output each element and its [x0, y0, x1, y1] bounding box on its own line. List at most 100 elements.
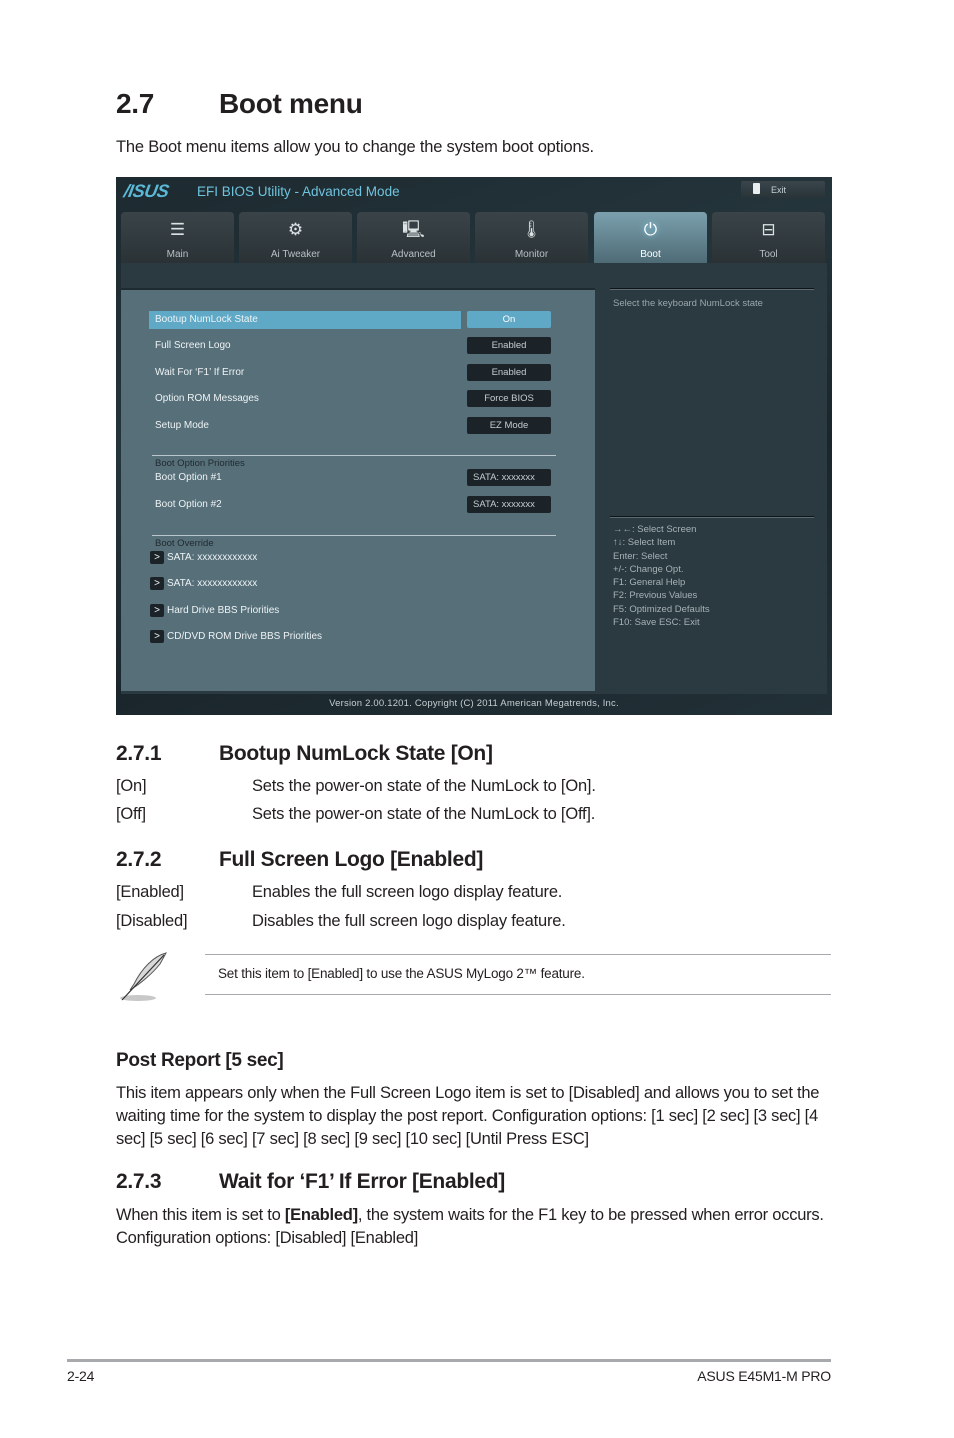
subsection-number: 2.7.1: [116, 742, 162, 765]
submenu-label: SATA: xxxxxxxxxxxx: [167, 578, 258, 589]
bios-header: /ISUS EFI BIOS Utility - Advanced Mode E…: [116, 177, 832, 205]
monitor-icon: 🌡: [520, 220, 543, 239]
option-row: [Off] Sets the power-on state of the NumL…: [116, 805, 595, 824]
submenu-label: Hard Drive BBS Priorities: [167, 605, 280, 616]
boot-override-title: Boot Override: [155, 538, 214, 549]
subsection-title: Bootup NumLock State [On]: [219, 742, 493, 765]
settings-pane: Bootup NumLock State On Full Screen Logo…: [121, 288, 595, 691]
setting-label: Full Screen Logo: [155, 340, 231, 351]
submenu-arrow-icon: >: [150, 604, 164, 617]
submenu-label: CD/DVD ROM Drive BBS Priorities: [167, 631, 323, 642]
option-key: [Enabled]: [116, 883, 184, 901]
setting-value-option-rom[interactable]: Force BIOS: [467, 390, 551, 407]
option-desc: Enables the full screen logo display fea…: [252, 883, 563, 901]
option-desc: Sets the power-on state of the NumLock t…: [252, 777, 596, 795]
key-hint: F10: Save ESC: Exit: [613, 617, 700, 629]
tab-ai-tweaker[interactable]: ⚙ Ai Tweaker: [239, 212, 352, 263]
tab-label: Main: [166, 249, 189, 260]
section-intro: The Boot menu items allow you to change …: [116, 138, 594, 156]
tab-monitor[interactable]: 🌡 Monitor: [475, 212, 588, 263]
tweaker-icon: ⚙: [287, 220, 304, 239]
divider: [152, 535, 556, 536]
tab-tool[interactable]: ⊟ Tool: [712, 212, 825, 263]
note-text: Set this item to [Enabled] to use the AS…: [218, 966, 585, 981]
key-hint: Enter: Select: [613, 550, 668, 562]
wait-f1-body: When this item is set to [Enabled], the …: [116, 1204, 832, 1250]
section-heading: 2.7 Boot menu: [116, 88, 363, 120]
setting-value-numlock[interactable]: On: [467, 311, 551, 328]
key-hint: F2: Previous Values: [613, 590, 698, 602]
option-key: [On]: [116, 777, 147, 795]
key-hint: F5: Optimized Defaults: [613, 603, 710, 615]
key-hint: F1: General Help: [613, 577, 686, 589]
tab-label: Boot: [640, 249, 661, 260]
subsection-number: 2.7.3: [116, 1170, 162, 1193]
key-hint: →←: Select Screen: [613, 524, 697, 535]
setting-label: Boot Option #2: [155, 499, 222, 510]
subsection-heading-2-7-2: 2.7.2 Full Screen Logo [Enabled]: [116, 848, 483, 872]
bios-screenshot: /ISUS EFI BIOS Utility - Advanced Mode E…: [116, 177, 832, 715]
setting-value-wait-f1[interactable]: Enabled: [467, 364, 551, 381]
subsection-heading-2-7-3: 2.7.3 Wait for ‘F1’ If Error [Enabled]: [116, 1170, 505, 1194]
body-emphasis: [Enabled]: [284, 1206, 358, 1224]
tab-label: Ai Tweaker: [270, 249, 321, 260]
key-hint: ↑↓: Select Item: [613, 537, 676, 549]
option-row: [Enabled] Enables the full screen logo di…: [116, 883, 562, 902]
submenu-label: SATA: xxxxxxxxxxxx: [167, 552, 258, 563]
submenu-arrow-icon: >: [150, 577, 164, 590]
subsection-heading-2-7-1: 2.7.1 Bootup NumLock State [On]: [116, 742, 493, 766]
setting-label: Bootup NumLock State: [155, 314, 258, 325]
exit-button[interactable]: Exit: [741, 181, 825, 198]
boot-option-1-value[interactable]: SATA: xxxxxxx: [467, 469, 551, 486]
option-key: [Disabled]: [116, 912, 188, 930]
submenu-arrow-icon: >: [150, 551, 164, 564]
help-pane: Select the keyboard NumLock state →←: Se…: [600, 288, 827, 694]
tab-label: Advanced: [391, 249, 436, 260]
setting-bootup-numlock[interactable]: Bootup NumLock State: [149, 311, 461, 329]
exit-door-icon: [753, 183, 760, 194]
advanced-icon: 🖳: [402, 220, 425, 239]
bios-tabs: ☰ Main ⚙ Ai Tweaker 🖳 Advanced 🌡 Monitor…: [121, 212, 827, 263]
subsection-title: Full Screen Logo [Enabled]: [219, 848, 484, 871]
footer-rule: [67, 1359, 831, 1362]
asus-logo: /ISUS: [122, 181, 171, 201]
setting-label: Setup Mode: [155, 420, 209, 431]
note-rule-bottom: [205, 994, 831, 995]
option-row: [Disabled] Disables the full screen logo …: [116, 912, 566, 931]
divider: [610, 288, 814, 290]
tab-label: Monitor: [514, 249, 549, 260]
divider: [152, 455, 556, 456]
exit-label: Exit: [771, 185, 787, 195]
section-number: 2.7: [116, 88, 155, 119]
boot-option-2-value[interactable]: SATA: xxxxxxx: [467, 496, 551, 513]
key-hint: +/-: Change Opt.: [613, 563, 684, 575]
tab-boot[interactable]: ⏻ Boot: [594, 212, 707, 263]
subsection-title: Wait for ‘F1’ If Error [Enabled]: [219, 1170, 505, 1193]
post-report-heading: Post Report [5 sec]: [116, 1050, 284, 1071]
page-number: 2-24: [67, 1368, 95, 1384]
list-icon: ☰: [169, 220, 186, 239]
body-text: When this item is set to: [116, 1206, 285, 1224]
divider: [610, 516, 814, 518]
setting-label: Option ROM Messages: [155, 393, 259, 404]
setting-value-setup-mode[interactable]: EZ Mode: [467, 417, 551, 434]
option-key: [Off]: [116, 805, 146, 823]
setting-value-full-screen-logo[interactable]: Enabled: [467, 337, 551, 354]
setting-label: Boot Option #1: [155, 472, 222, 483]
bios-title: EFI BIOS Utility - Advanced Mode: [197, 184, 400, 199]
toolbox-icon: ⊟: [761, 220, 776, 239]
submenu-arrow-icon: >: [150, 630, 164, 643]
tab-main[interactable]: ☰ Main: [121, 212, 234, 263]
setting-label: Wait For ‘F1’ If Error: [155, 367, 245, 378]
power-icon: ⏻: [643, 220, 658, 239]
post-report-body: This item appears only when the Full Scr…: [116, 1084, 820, 1148]
tab-label: Tool: [759, 249, 778, 260]
option-desc: Disables the full screen logo display fe…: [252, 912, 566, 930]
key-legend: →←: Select Screen ↑↓: Select Item Enter:…: [613, 523, 710, 629]
note-rule-top: [205, 954, 831, 955]
boot-priorities-title: Boot Option Priorities: [155, 458, 245, 469]
help-text: Select the keyboard NumLock state: [613, 298, 763, 309]
bios-version: Version 2.00.1201. Copyright (C) 2011 Am…: [329, 698, 619, 709]
section-title: Boot menu: [219, 88, 363, 119]
tab-advanced[interactable]: 🖳 Advanced: [357, 212, 470, 263]
